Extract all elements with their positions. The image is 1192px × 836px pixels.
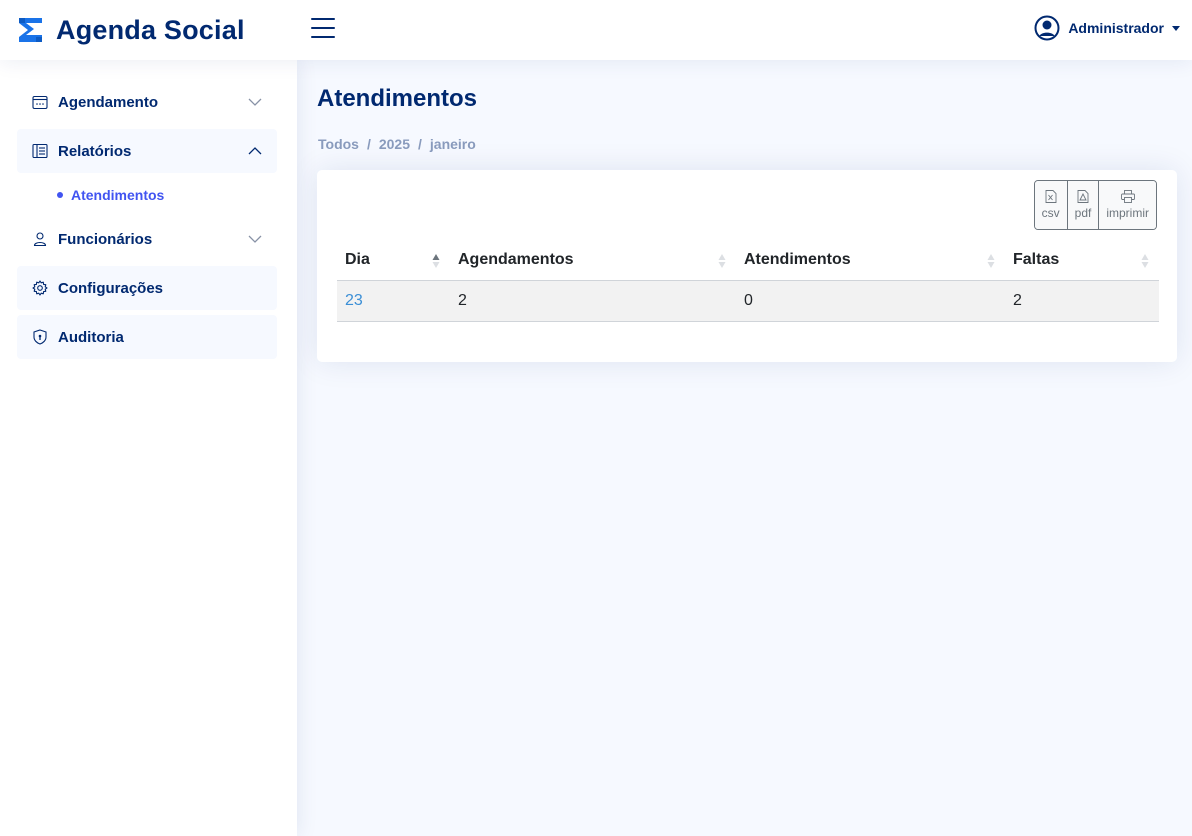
chevron-down-icon	[248, 98, 262, 106]
export-button-group: csv pdf imprimir	[1033, 180, 1157, 230]
bullet-icon	[57, 192, 63, 198]
shield-icon	[33, 329, 47, 345]
sort-icon	[987, 254, 995, 268]
user-menu[interactable]: Administrador	[1034, 15, 1180, 41]
chevron-up-icon	[248, 147, 262, 155]
breadcrumb-item[interactable]: Todos	[318, 136, 359, 152]
column-header-agendamentos[interactable]: Agendamentos	[450, 240, 736, 281]
button-label: csv	[1041, 206, 1060, 220]
breadcrumb: Todos / 2025 / janeiro	[318, 136, 476, 152]
column-header-atendimentos[interactable]: Atendimentos	[736, 240, 1005, 281]
sidebar-item-relatorios[interactable]: Relatórios	[17, 129, 277, 173]
sidebar-item-funcionarios[interactable]: Funcionários	[17, 217, 277, 261]
column-header-faltas[interactable]: Faltas	[1005, 240, 1159, 281]
table-header-row: Dia Agendamentos Atendimentos Faltas	[337, 240, 1159, 281]
app-logo[interactable]: Agenda Social	[17, 15, 245, 45]
breadcrumb-item[interactable]: janeiro	[430, 136, 476, 152]
report-table: Dia Agendamentos Atendimentos Faltas 23 …	[337, 240, 1159, 322]
sidebar-item-label: Auditoria	[58, 328, 124, 346]
breadcrumb-separator: /	[366, 136, 371, 152]
day-link[interactable]: 23	[345, 292, 363, 309]
sidebar-item-agendamento[interactable]: Agendamento	[17, 80, 277, 124]
file-pdf-icon	[1077, 190, 1089, 203]
person-icon	[33, 232, 47, 247]
breadcrumb-separator: /	[418, 136, 422, 152]
table-cell-agendamentos: 2	[450, 280, 736, 322]
chevron-down-icon	[248, 235, 262, 243]
sidebar-subitem-label: Atendimentos	[71, 187, 165, 203]
caret-down-icon	[1172, 25, 1180, 31]
printer-icon	[1120, 190, 1135, 203]
user-avatar-icon	[1034, 15, 1060, 41]
export-csv-button[interactable]: csv	[1034, 181, 1068, 229]
page-title: Atendimentos	[317, 85, 478, 112]
print-button[interactable]: imprimir	[1099, 181, 1156, 229]
table-row: 23 2 0 2	[337, 280, 1159, 322]
button-label: imprimir	[1106, 206, 1149, 220]
column-header-label: Dia	[345, 250, 370, 268]
export-pdf-button[interactable]: pdf	[1067, 181, 1100, 229]
sidebar-item-label: Agendamento	[58, 93, 159, 111]
sidebar-item-configuracoes[interactable]: Configurações	[17, 266, 277, 310]
column-header-label: Agendamentos	[458, 250, 574, 268]
table-cell-dia: 23	[337, 280, 450, 322]
sort-icon	[718, 254, 726, 268]
sort-icon	[1141, 254, 1149, 268]
table-cell-atendimentos: 0	[736, 280, 1005, 322]
sidebar-item-label: Configurações	[58, 279, 164, 297]
gear-icon	[32, 280, 48, 296]
sidebar-item-label: Relatórios	[58, 142, 132, 160]
breadcrumb-item[interactable]: 2025	[379, 136, 410, 152]
sort-ascending-icon	[432, 254, 440, 268]
table-cell-faltas: 2	[1005, 280, 1159, 322]
button-label: pdf	[1074, 206, 1092, 220]
column-header-label: Atendimentos	[744, 250, 851, 268]
calendar-icon	[32, 95, 48, 110]
logo-icon	[19, 18, 42, 42]
sidebar: Agendamento Relatórios Atendimentos Func…	[0, 60, 297, 836]
sidebar-subitem-atendimentos[interactable]: Atendimentos	[17, 173, 277, 217]
sidebar-item-auditoria[interactable]: Auditoria	[17, 315, 277, 359]
top-header: Agenda Social Administrador	[0, 0, 1192, 60]
report-card: csv pdf imprimir Dia Agendamentos Atendi…	[317, 170, 1177, 362]
column-header-dia[interactable]: Dia	[337, 240, 450, 281]
file-excel-icon	[1045, 190, 1057, 203]
report-icon	[32, 143, 48, 159]
sidebar-item-label: Funcionários	[58, 230, 153, 248]
menu-toggle-icon[interactable]	[311, 18, 335, 40]
column-header-label: Faltas	[1013, 250, 1060, 268]
user-name: Administrador	[1068, 20, 1164, 36]
app-title: Agenda Social	[56, 15, 245, 45]
